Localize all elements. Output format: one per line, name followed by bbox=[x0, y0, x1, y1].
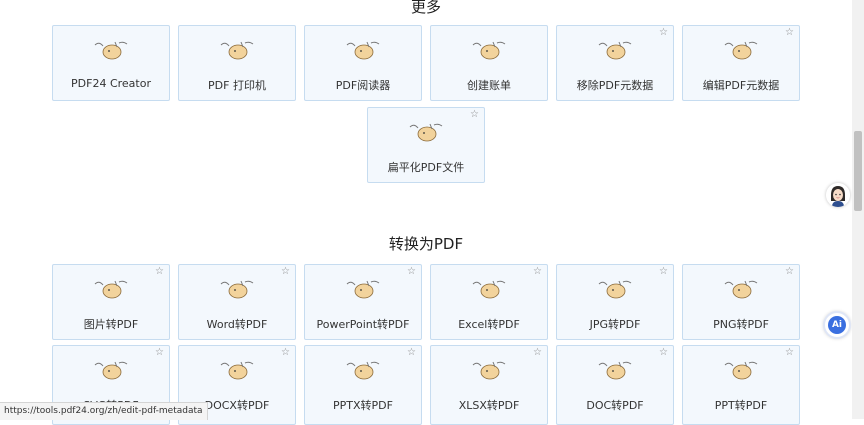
tool-card-ppt-to-pdf[interactable]: ☆ PPT转PDF bbox=[682, 345, 800, 425]
star-icon[interactable]: ☆ bbox=[155, 266, 164, 278]
status-bar-url: https://tools.pdf24.org/zh/edit-pdf-meta… bbox=[0, 402, 208, 420]
star-icon[interactable]: ☆ bbox=[785, 27, 794, 39]
mascot-icon bbox=[220, 280, 254, 299]
tool-card-edit-pdf-metadata[interactable]: ☆ 编辑PDF元数据 bbox=[682, 25, 800, 101]
tool-label: 移除PDF元数据 bbox=[576, 79, 654, 92]
tool-label: 创建账单 bbox=[467, 79, 511, 92]
tool-card-powerpoint-to-pdf[interactable]: ☆ PowerPoint转PDF bbox=[304, 264, 422, 340]
star-icon[interactable]: ☆ bbox=[659, 266, 668, 278]
mascot-icon bbox=[94, 361, 128, 380]
tool-card-flatten-pdf[interactable]: ☆ 扁平化PDF文件 bbox=[367, 107, 485, 183]
star-icon[interactable]: ☆ bbox=[533, 347, 542, 359]
mascot-icon bbox=[94, 41, 128, 60]
tool-label: Excel转PDF bbox=[458, 318, 520, 331]
tool-label: 编辑PDF元数据 bbox=[702, 79, 780, 92]
tool-card-png-to-pdf[interactable]: ☆ PNG转PDF bbox=[682, 264, 800, 340]
mascot-icon bbox=[346, 280, 380, 299]
tool-card-pdf24-creator[interactable]: PDF24 Creator bbox=[52, 25, 170, 101]
mascot-icon bbox=[724, 280, 758, 299]
star-icon[interactable]: ☆ bbox=[659, 347, 668, 359]
tool-card-excel-to-pdf[interactable]: ☆ Excel转PDF bbox=[430, 264, 548, 340]
tool-card-create-invoice[interactable]: 创建账单 bbox=[430, 25, 548, 101]
star-icon[interactable]: ☆ bbox=[407, 347, 416, 359]
mascot-icon bbox=[598, 361, 632, 380]
star-icon[interactable]: ☆ bbox=[155, 347, 164, 359]
tool-card-jpg-to-pdf[interactable]: ☆ JPG转PDF bbox=[556, 264, 674, 340]
tool-label: PDF阅读器 bbox=[335, 79, 391, 92]
tool-label: 图片转PDF bbox=[83, 318, 139, 331]
tool-card-pdf-printer[interactable]: PDF 打印机 bbox=[178, 25, 296, 101]
tool-label: PNG转PDF bbox=[713, 318, 769, 331]
mascot-icon bbox=[346, 361, 380, 380]
mascot-icon bbox=[724, 361, 758, 380]
mascot-icon bbox=[220, 41, 254, 60]
star-icon[interactable]: ☆ bbox=[281, 266, 290, 278]
mascot-icon bbox=[472, 280, 506, 299]
mascot-icon bbox=[94, 280, 128, 299]
star-icon[interactable]: ☆ bbox=[785, 347, 794, 359]
tool-card-doc-to-pdf[interactable]: ☆ DOC转PDF bbox=[556, 345, 674, 425]
ai-assistant-button[interactable]: Ai bbox=[823, 311, 851, 339]
tool-card-pdf-reader[interactable]: PDF阅读器 bbox=[304, 25, 422, 101]
star-icon[interactable]: ☆ bbox=[659, 27, 668, 39]
star-icon[interactable]: ☆ bbox=[470, 109, 479, 121]
tool-card-word-to-pdf[interactable]: ☆ Word转PDF bbox=[178, 264, 296, 340]
avatar-icon bbox=[826, 183, 850, 207]
tool-label: JPG转PDF bbox=[589, 318, 641, 331]
mascot-icon bbox=[724, 41, 758, 60]
scrollbar-thumb[interactable] bbox=[854, 131, 862, 211]
mascot-icon bbox=[346, 41, 380, 60]
assistant-avatar-button[interactable] bbox=[826, 183, 850, 207]
mascot-icon bbox=[472, 41, 506, 60]
tool-label: PDF24 Creator bbox=[71, 77, 151, 90]
ai-icon: Ai bbox=[828, 316, 846, 334]
star-icon[interactable]: ☆ bbox=[785, 266, 794, 278]
section-title-more: 更多 bbox=[410, 0, 441, 16]
tool-label: XLSX转PDF bbox=[458, 399, 520, 412]
tool-card-remove-pdf-metadata[interactable]: ☆ 移除PDF元数据 bbox=[556, 25, 674, 101]
tool-card-image-to-pdf[interactable]: ☆ 图片转PDF bbox=[52, 264, 170, 340]
tool-label: DOC转PDF bbox=[586, 399, 644, 412]
mascot-icon bbox=[472, 361, 506, 380]
tool-label: PPTX转PDF bbox=[333, 399, 393, 412]
section-title-convert-to-pdf: 转换为PDF bbox=[388, 235, 464, 253]
tool-label: PDF 打印机 bbox=[208, 79, 266, 92]
star-icon[interactable]: ☆ bbox=[281, 347, 290, 359]
star-icon[interactable]: ☆ bbox=[407, 266, 416, 278]
mascot-icon bbox=[598, 280, 632, 299]
tool-label: Word转PDF bbox=[206, 318, 268, 331]
tool-label: PowerPoint转PDF bbox=[316, 318, 410, 331]
tool-label: PPT转PDF bbox=[714, 399, 768, 412]
mascot-icon bbox=[409, 123, 443, 142]
mascot-icon bbox=[598, 41, 632, 60]
mascot-icon bbox=[220, 361, 254, 380]
tool-card-xlsx-to-pdf[interactable]: ☆ XLSX转PDF bbox=[430, 345, 548, 425]
tool-label: 扁平化PDF文件 bbox=[387, 161, 465, 174]
star-icon[interactable]: ☆ bbox=[533, 266, 542, 278]
tool-card-pptx-to-pdf[interactable]: ☆ PPTX转PDF bbox=[304, 345, 422, 425]
